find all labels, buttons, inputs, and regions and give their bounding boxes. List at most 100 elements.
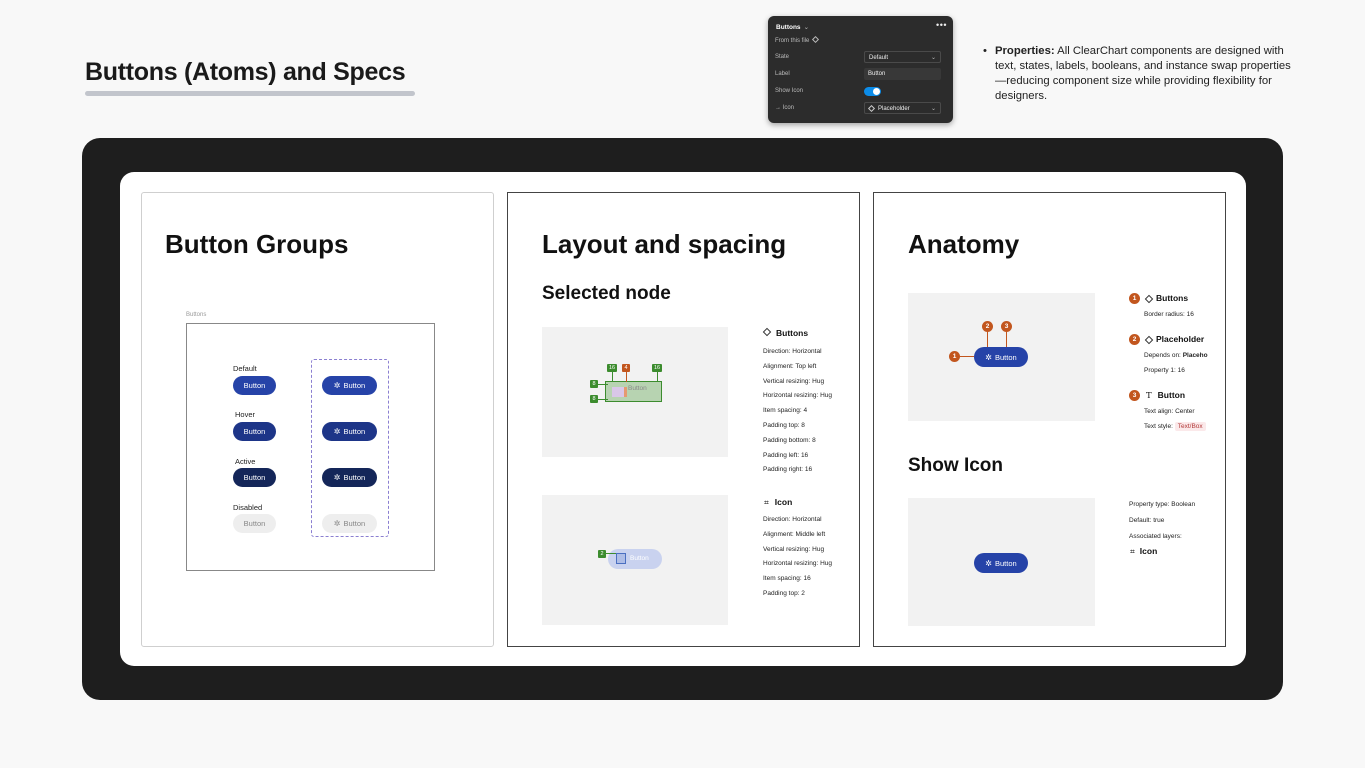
spec-line: Padding left: 16	[763, 451, 809, 459]
from-file-text: From this file	[775, 38, 810, 44]
depends-label: Depends on:	[1144, 352, 1181, 359]
guide-line	[598, 399, 608, 400]
spec-line: Padding bottom: 8	[763, 436, 816, 444]
icon-spec-title-text: Icon	[774, 497, 793, 507]
anatomy-item-title-text: Placeholder	[1156, 334, 1205, 344]
button-hover[interactable]: Button	[233, 422, 276, 441]
buttons-spec-list: Direction: Horizontal Alignment: Top lef…	[763, 345, 832, 478]
chevron-down-icon: ⌄	[930, 55, 936, 61]
properties-panel: Buttons ⌄ ••• From this file State Defaul…	[768, 16, 953, 123]
button-active[interactable]: Button	[233, 468, 276, 487]
sparkle-icon: ✲	[985, 558, 992, 568]
button-default-with-icon[interactable]: ✲ Button	[322, 376, 377, 395]
show-icon-toggle[interactable]	[864, 87, 881, 96]
icon-row: → Icon Placeholder ⌄	[775, 102, 946, 114]
show-icon-label: Show Icon	[775, 88, 804, 94]
page-title: Buttons (Atoms) and Specs	[85, 58, 406, 86]
button-disabled-with-icon[interactable]: ✲ Button	[322, 514, 377, 533]
from-file-label[interactable]: From this file	[775, 35, 820, 44]
anatomy-item-badge: 2	[1129, 334, 1140, 345]
selected-node-title: Selected node	[542, 283, 671, 304]
show-icon-property-line: Property type: Boolean	[1129, 501, 1196, 508]
anatomy-item-title-text: Button	[1157, 390, 1186, 400]
properties-note: • Properties: All ClearChart components …	[983, 44, 1293, 104]
anatomy-preview: ✲ Button 1 2 3	[908, 293, 1095, 421]
layout-spacing-title: Layout and spacing	[542, 229, 787, 259]
anatomy-item-line: Depends on: Placeho	[1144, 352, 1212, 359]
button-disabled[interactable]: Button	[233, 514, 276, 533]
spec-line: Direction: Horizontal	[763, 516, 822, 523]
state-label-hover: Hover	[235, 410, 256, 419]
button-label: Button	[343, 427, 366, 436]
spec-line: Alignment: Top left	[763, 362, 817, 370]
preview-button-label: Button	[630, 555, 649, 562]
anatomy-item-title-text: Buttons	[1156, 293, 1189, 303]
layout-spacing-panel: Layout and spacing Selected node Button …	[507, 192, 860, 647]
button-default[interactable]: Button	[233, 376, 276, 395]
anatomy-badge-1: 1	[949, 351, 960, 362]
diamond-icon	[1144, 294, 1154, 303]
sparkle-icon: ✲	[985, 352, 992, 362]
icon-spec-title: ⌗ Icon	[764, 497, 792, 508]
button-label: Button	[343, 473, 366, 482]
anatomy-item-title: T Button	[1146, 390, 1185, 401]
buttons-spec-title-text: Buttons	[776, 328, 809, 338]
item-spacing-tag: 4	[622, 364, 630, 372]
state-label-disabled: Disabled	[233, 503, 263, 512]
chevron-down-icon: ⌄	[803, 24, 810, 31]
properties-panel-title[interactable]: Buttons ⌄	[776, 23, 809, 31]
show-icon-row: Show Icon	[775, 85, 946, 97]
spec-line: Direction: Horizontal	[763, 348, 822, 355]
state-label-default: Default	[233, 364, 257, 373]
label-value: Button	[868, 71, 886, 77]
spec-line: Padding top: 8	[763, 421, 805, 429]
icon-swap-dropdown[interactable]: Placeholder ⌄	[864, 102, 941, 114]
icon-padding-tag: 2	[598, 550, 606, 558]
callout-line	[987, 331, 988, 347]
label-input[interactable]: Button	[864, 68, 941, 80]
buttons-spec-title: Buttons	[762, 327, 809, 338]
item-spacing-marker	[624, 387, 627, 397]
buttons-spacing-preview: Button 16 4 16 8 8	[542, 327, 728, 457]
label-row: Label Button	[775, 68, 946, 80]
state-label-active: Active	[235, 457, 256, 466]
chevron-down-icon: ⌄	[930, 106, 936, 112]
guide-line	[626, 372, 627, 382]
spec-line: Item spacing: 16	[763, 575, 811, 583]
button-groups-panel: Button Groups Buttons Default Button ✲ Bu…	[141, 192, 494, 647]
icon-value: Placeholder	[878, 106, 910, 113]
text-icon: T	[1146, 391, 1152, 401]
anatomy-item-line: Text align: Center	[1144, 408, 1195, 415]
diamond-icon	[762, 327, 772, 337]
state-row: State Default ⌄	[775, 51, 946, 63]
more-options-icon[interactable]: •••	[936, 20, 947, 30]
button-active-with-icon[interactable]: ✲ Button	[322, 468, 377, 487]
spec-line: Vertical resizing: Hug	[763, 545, 825, 553]
state-label: State	[775, 54, 790, 60]
button-groups-title: Button Groups	[165, 229, 349, 259]
state-dropdown[interactable]: Default ⌄	[864, 51, 941, 63]
depends-value: Placeho	[1182, 352, 1208, 359]
spec-line: Horizontal resizing: Hug	[763, 392, 833, 400]
anatomy-item-line: Property 1: 16	[1144, 367, 1185, 374]
button-hover-with-icon[interactable]: ✲ Button	[322, 422, 377, 441]
button-label: Button	[243, 473, 266, 482]
button-label: Button	[343, 381, 366, 390]
anatomy-button: ✲ Button	[974, 347, 1028, 367]
anatomy-item-line: Border radius: 16	[1144, 311, 1194, 318]
anatomy-badge-3: 3	[1001, 321, 1012, 332]
button-label: Button	[343, 519, 366, 528]
anatomy-item-title: Buttons	[1144, 293, 1189, 303]
guide-line	[606, 553, 616, 554]
callout-line	[960, 356, 974, 357]
frame-icon: ⌗	[1130, 546, 1135, 556]
frame-icon: ⌗	[764, 497, 769, 507]
anatomy-item-line: Text style: Text/Box	[1144, 422, 1212, 431]
anatomy-badge-2: 2	[982, 321, 993, 332]
state-value: Default	[869, 55, 889, 61]
button-label: Button	[995, 558, 1017, 568]
spec-line: Horizontal resizing: Hug	[763, 560, 833, 568]
anatomy-panel: Anatomy ✲ Button 1 2 3 1 Buttons Border r…	[873, 192, 1226, 647]
text-style-label: Text style:	[1144, 423, 1173, 430]
show-icon-property-line: Associated layers:	[1129, 533, 1182, 540]
